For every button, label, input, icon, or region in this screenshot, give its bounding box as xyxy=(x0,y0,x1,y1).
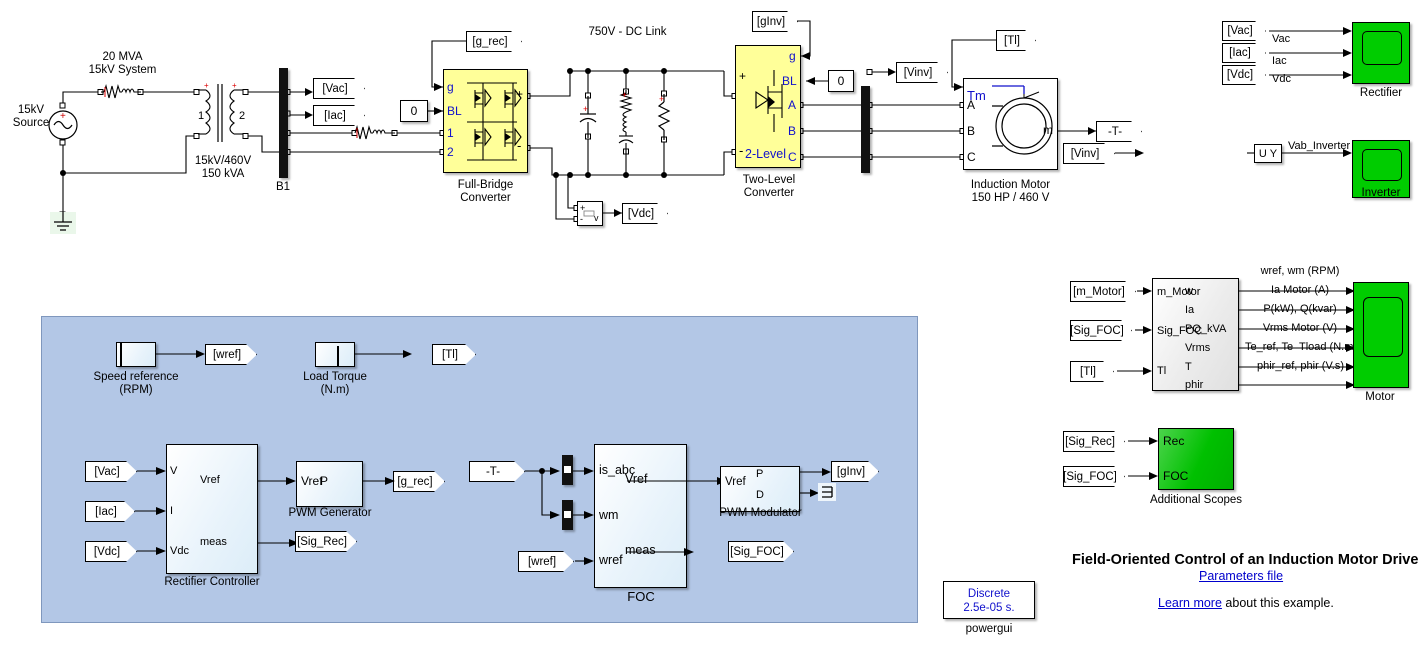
dc-link-resistor-icon[interactable]: + xyxy=(654,94,676,140)
from-tag-minus-t-foc[interactable]: -T- xyxy=(469,461,525,482)
two-level-inner-label: 2-Level xyxy=(745,147,786,161)
motor-scope-block[interactable] xyxy=(1353,282,1409,388)
dc-link-capacitor-icon[interactable]: + xyxy=(578,96,600,138)
from-tag-vinv-inverter-scope[interactable]: [Vinv] xyxy=(1063,143,1115,164)
powergui-mode-line2: 2.5e-05 s. xyxy=(963,602,1015,614)
additional-scope-port-foc: FOC xyxy=(1163,469,1189,483)
scope-screen-icon xyxy=(1362,31,1402,65)
foc-input-wires xyxy=(525,467,727,565)
rectifier-control-wires xyxy=(135,467,395,555)
source-impedance-icon[interactable] xyxy=(101,82,141,102)
motor-signal-label-pq: P(kW), Q(kvar) xyxy=(1263,303,1337,315)
rectifier-scope-label: Rectifier xyxy=(1359,87,1403,99)
rectifier-signal-label-vdc: Vdc xyxy=(1272,73,1291,85)
learn-more-link[interactable]: Learn more xyxy=(1158,596,1222,610)
goto-tag-sig-foc-control[interactable]: [Sig_FOC] xyxy=(728,541,794,562)
dc-link-rlc-branch-icon[interactable]: + xyxy=(616,90,638,154)
svg-text:+: + xyxy=(232,81,237,90)
busbar-motor-side[interactable] xyxy=(861,86,870,173)
additional-scopes-label: Additional Scopes xyxy=(1149,494,1243,506)
motor-signal-label-ia: Ia Motor (A) xyxy=(1270,284,1330,296)
step-icon xyxy=(337,346,339,366)
constant-zero-inverter[interactable]: 0 xyxy=(828,70,854,92)
rectifier-signal-label-vac: Vac xyxy=(1272,33,1291,45)
inverter-signal-label: Vab_Inverter xyxy=(1288,140,1351,152)
pwm-modulator-label: PWM Modulator xyxy=(719,507,802,519)
pwmmod-out-d: D xyxy=(756,489,764,501)
full-bridge-converter-label: Full-Bridge Converter xyxy=(457,179,514,204)
from-tag-g-rec[interactable]: [g_rec] xyxy=(466,31,522,52)
vmeas-symbol-icon xyxy=(583,210,595,217)
two-level-converter-label: Two-Level Converter xyxy=(742,174,796,199)
goto-tag-vac[interactable]: [Vac] xyxy=(313,78,365,99)
from-tag-sig-rec[interactable]: [Sig_Rec] xyxy=(1063,431,1125,452)
load-torque-block[interactable] xyxy=(315,342,355,367)
inverter-link-wire xyxy=(1115,149,1144,157)
svg-text:+: + xyxy=(204,81,209,90)
foc-label: FOC xyxy=(627,589,655,604)
system-rating-label: 20 MVA 15kV System xyxy=(88,51,157,76)
from-tag-sig-foc-additional[interactable]: [Sig_FOC] xyxy=(1063,466,1125,487)
pwmmod-in-vref: Vref xyxy=(725,476,746,488)
motor-port-b: B xyxy=(967,124,976,138)
svg-text:+: + xyxy=(583,104,588,114)
uy-selector-block[interactable]: U Y xyxy=(1254,144,1282,163)
tl-port-c: C xyxy=(788,150,797,164)
additional-scope-port-rec: Rec xyxy=(1163,434,1185,448)
ground-icon[interactable] xyxy=(50,212,76,234)
motor-port-c: C xyxy=(967,150,976,164)
rectifier-signal-label-iac: Iac xyxy=(1272,55,1287,67)
scope-screen-icon xyxy=(1363,297,1403,357)
load-torque-label: Load Torque (N.m) xyxy=(303,371,367,396)
motor-scope-label: Motor xyxy=(1365,391,1395,403)
load-torque-wire xyxy=(355,350,412,358)
motor-signal-label-phir: phir_ref, phir (V.s) xyxy=(1256,360,1345,372)
constant-zero-rectifier[interactable]: 0 xyxy=(400,100,428,122)
signal-builder-icon xyxy=(120,343,122,366)
line-impedance-icon[interactable] xyxy=(354,123,395,143)
powergui-mode-line1: Discrete xyxy=(967,588,1011,600)
motor-signal-label-torque: Te_ref, Te Tload (N.m) xyxy=(1244,341,1358,353)
full-bridge-igbt-icon xyxy=(467,82,522,161)
svg-text:+: + xyxy=(659,94,664,104)
goto-tag-wref[interactable]: [wref] xyxy=(205,344,257,365)
motor-signal-label-wref: wref, wm (RPM) xyxy=(1260,265,1340,277)
page-title: Field-Oriented Control of an Induction M… xyxy=(1072,552,1419,568)
transformer-winding1-label: 1 xyxy=(198,110,205,122)
goto-tag-sig-rec-control[interactable]: [Sig_Rec] xyxy=(295,531,357,552)
busbar-b1[interactable] xyxy=(279,68,288,178)
motor-port-a: A xyxy=(967,98,976,112)
speed-reference-block[interactable] xyxy=(116,342,156,367)
rectifier-scope-wires xyxy=(1269,27,1352,79)
tl-port-g: g xyxy=(789,49,796,63)
inverter-scope-label: Inverter xyxy=(1361,187,1401,199)
transformer-winding2-label: 2 xyxy=(239,110,246,122)
busbar-b1-label: B1 xyxy=(275,181,291,193)
tl-port-minus: - xyxy=(739,143,744,158)
fb-port-g: g xyxy=(447,80,454,94)
powergui-label: powergui xyxy=(965,623,1013,635)
pwmmod-out-p: P xyxy=(756,468,764,480)
dc-link-label: 750V - DC Link xyxy=(588,26,667,38)
fb-port-2: 2 xyxy=(447,145,454,159)
speed-reference-label: Speed reference (RPM) xyxy=(93,371,179,396)
two-level-igbt-icon xyxy=(755,70,783,132)
fb-port-1: 1 xyxy=(447,126,454,140)
terminator-block[interactable] xyxy=(818,483,836,501)
parameters-file-link[interactable]: Parameters file xyxy=(1199,569,1283,583)
source-label: 15kV Source xyxy=(12,104,50,129)
goto-tag-vinv[interactable]: [Vinv] xyxy=(896,62,948,83)
rectifier-scope-block[interactable] xyxy=(1352,22,1410,84)
transformer-rating-label: 15kV/460V 150 kVA xyxy=(194,155,252,180)
source-plus-sign: + xyxy=(60,111,66,122)
learn-more-tail: about this example. xyxy=(1221,596,1334,610)
motor-rotor-icon xyxy=(992,85,1053,155)
tl-port-plus: + xyxy=(739,69,747,83)
motor-signal-label-vrms: Vrms Motor (V) xyxy=(1262,322,1338,334)
scope-screen-icon xyxy=(1362,149,1402,181)
speed-reference-wire xyxy=(156,350,205,358)
svg-text:+: + xyxy=(622,90,627,100)
induction-motor-label: Induction Motor 150 HP / 460 V xyxy=(970,179,1051,204)
